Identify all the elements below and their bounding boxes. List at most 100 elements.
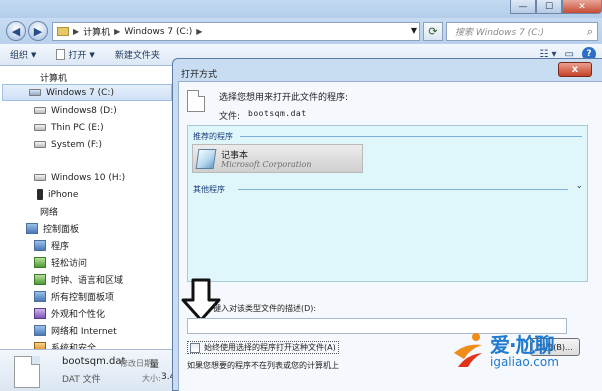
breadcrumb-computer[interactable]: 计算机: [83, 25, 110, 38]
nav-item-network[interactable]: 网络: [40, 203, 58, 220]
file-icon: [14, 356, 40, 388]
minimize-button[interactable]: —: [510, 0, 536, 14]
drive-icon: [34, 174, 46, 181]
chevron-right-icon: ▶: [114, 27, 121, 36]
search-icon: ⌕: [586, 25, 593, 38]
nav-item-programs[interactable]: 程序: [34, 237, 69, 254]
window-title-bar: — ☐ ✕: [0, 0, 602, 18]
nav-item-label: 外观和个性化: [51, 310, 106, 320]
open-label: 打开: [68, 51, 87, 61]
nav-item-label: Windows 10 (H:): [51, 172, 126, 183]
group-divider: [238, 189, 568, 190]
document-icon: [56, 49, 66, 60]
organize-label: 组织: [10, 51, 29, 61]
detail-file-type: DAT 文件: [62, 375, 101, 385]
window-close-button[interactable]: ✕: [562, 0, 602, 14]
folder-icon: [57, 27, 69, 36]
organize-button[interactable]: 组织 ▼: [0, 44, 46, 66]
dialog-title: 打开方式: [181, 70, 218, 80]
new-folder-label: 新建文件夹: [114, 51, 160, 61]
back-arrow-icon: ◀: [11, 24, 21, 38]
program-company: Microsoft Corporation: [221, 160, 312, 169]
chevron-down-icon[interactable]: ⌄: [575, 181, 583, 191]
nav-item-windows8-d[interactable]: Windows8 (D:): [34, 102, 117, 119]
watermark-logo: 爱·尬聊 igaliao.com: [450, 327, 600, 375]
back-button[interactable]: ◀: [6, 21, 26, 41]
detail-modified-value: 量: [150, 360, 160, 370]
nav-item-network-internet[interactable]: 网络和 Internet: [34, 322, 117, 339]
nav-item-label: 控制面板: [43, 225, 80, 235]
detail-size-label: 大小:: [142, 374, 161, 383]
chevron-down-icon: ▼: [31, 50, 37, 59]
nav-item-label: Thin PC (E:): [51, 122, 104, 133]
nav-item-label: Windows8 (D:): [51, 105, 117, 116]
nav-item-label: Windows 7 (C:): [46, 87, 114, 98]
nav-item-windows10-h[interactable]: Windows 10 (H:): [34, 169, 125, 186]
nav-item-label: 网络: [40, 208, 59, 218]
phone-icon: [37, 189, 43, 200]
dialog-instruction: 选择您想用来打开此文件的程序:: [219, 93, 349, 103]
nav-item-control-panel[interactable]: 控制面板: [26, 220, 79, 237]
nav-item-clock-language[interactable]: 时钟、语言和区域: [34, 271, 123, 288]
nav-item-iphone[interactable]: iPhone: [37, 186, 78, 203]
maximize-button[interactable]: ☐: [536, 0, 562, 14]
new-folder-button[interactable]: 新建文件夹: [105, 44, 170, 66]
nav-item-appearance[interactable]: 外观和个性化: [34, 305, 105, 322]
address-bar[interactable]: ▶ 计算机 ▶ Windows 7 (C:) ▶ ▼: [52, 22, 420, 41]
recommended-programs-header: 推荐的程序: [193, 132, 233, 141]
search-input[interactable]: 搜索 Windows 7 (C:) ⌕: [446, 22, 598, 41]
search-placeholder: 搜索 Windows 7 (C:): [455, 28, 545, 38]
nav-item-label: 程序: [51, 242, 70, 252]
always-use-option[interactable]: 始终使用选择的程序打开这种文件(A): [187, 341, 339, 354]
address-row: ◀ ▶ ▶ 计算机 ▶ Windows 7 (C:) ▶ ▼ ⟳ 搜索 Wind…: [0, 18, 602, 44]
dialog-close-button[interactable]: x: [558, 62, 592, 77]
other-programs-header[interactable]: 其他程序: [193, 184, 225, 195]
drive-icon: [34, 107, 46, 114]
chevron-right-icon: ▶: [196, 27, 203, 36]
nav-item-label: 计算机: [40, 74, 68, 84]
document-icon: [187, 90, 205, 112]
down-arrow-annotation-icon: [181, 278, 221, 322]
drive-icon: [34, 141, 46, 148]
open-button[interactable]: 打开 ▼: [46, 44, 104, 66]
navigation-pane: 计算机 Windows 7 (C:) Windows8 (D:) Thin PC…: [0, 67, 174, 354]
drive-icon: [34, 124, 46, 131]
detail-file-name: bootsqm.dat: [62, 356, 126, 367]
dialog-file-line: 文件: bootsqm.dat: [219, 109, 307, 122]
nav-item-system-f[interactable]: System (F:): [34, 136, 102, 153]
refresh-button[interactable]: ⟳: [423, 22, 443, 41]
file-type-description-label: 键入对该类型文件的描述(D):: [213, 304, 317, 313]
chevron-down-icon: ▼: [89, 50, 95, 59]
programs-icon: [34, 240, 46, 251]
forward-arrow-icon: ▶: [33, 24, 43, 38]
breadcrumb-drive[interactable]: Windows 7 (C:): [124, 27, 192, 37]
always-use-checkbox[interactable]: [190, 342, 200, 353]
nav-item-thinpc-e[interactable]: Thin PC (E:): [34, 119, 104, 136]
program-item-notepad[interactable]: 记事本 Microsoft Corporation: [192, 144, 363, 173]
appearance-icon: [34, 308, 46, 319]
nav-item-label: System (F:): [51, 139, 102, 150]
all-control-panel-icon: [34, 291, 46, 302]
chevron-right-icon: ▶: [73, 27, 80, 36]
file-name: bootsqm.dat: [248, 109, 307, 118]
clock-language-icon: [34, 274, 46, 285]
watermark-title: 爱·尬聊: [490, 333, 555, 357]
refresh-icon: ⟳: [428, 25, 438, 38]
window-controls: — ☐ ✕: [510, 0, 602, 14]
watermark-domain: igaliao.com: [490, 355, 559, 369]
group-divider: [240, 136, 582, 137]
program-list[interactable]: 推荐的程序 记事本 Microsoft Corporation 其他程序 ⌄: [187, 125, 588, 282]
notepad-icon: [195, 149, 217, 169]
address-dropdown-icon[interactable]: ▼: [411, 26, 417, 35]
nav-item-all-control-panel[interactable]: 所有控制面板项: [34, 288, 114, 305]
forward-button[interactable]: ▶: [28, 21, 48, 41]
control-panel-icon: [26, 223, 38, 234]
nav-item-label: 轻松访问: [51, 259, 88, 269]
dialog-hint-text: 如果您想要的程序不在列表或您的计算机上: [187, 361, 339, 370]
nav-item-windows7-c[interactable]: Windows 7 (C:): [2, 84, 172, 101]
nav-item-label: 时钟、语言和区域: [51, 276, 124, 286]
watermark-swoosh-icon: [454, 333, 482, 367]
network-internet-icon: [34, 325, 46, 336]
windows-drive-icon: [29, 89, 41, 96]
nav-item-ease-of-access[interactable]: 轻松访问: [34, 254, 87, 271]
